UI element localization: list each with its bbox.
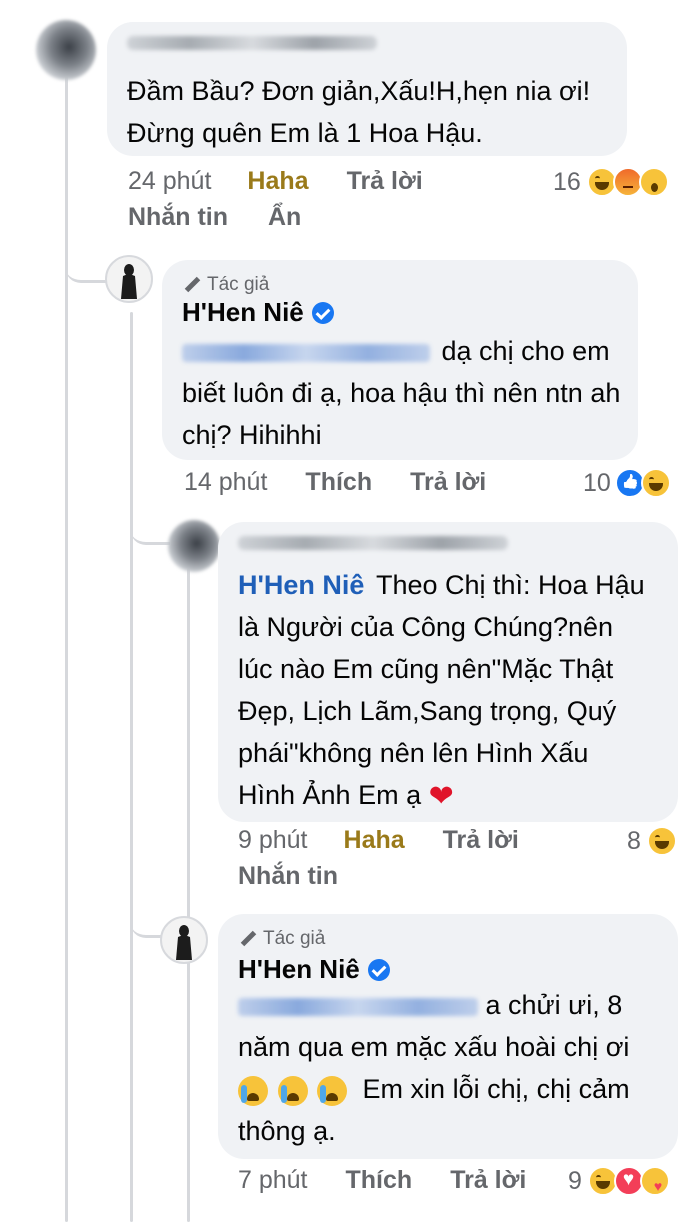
reply-time[interactable]: 14 phút: [184, 468, 267, 497]
thread-connector-reply-3: [130, 880, 163, 938]
haha-icon: [646, 826, 677, 856]
reaction-summary[interactable]: 9: [568, 1166, 670, 1196]
reply-actions: 14 phút Thích Trả lời: [184, 468, 486, 497]
reply-text-after-emoji: Em xin lỗi chị, chị cảm: [362, 1074, 630, 1104]
commenter-name-blurred[interactable]: [127, 36, 377, 50]
crying-icon: [238, 1075, 268, 1106]
reaction-summary[interactable]: 8: [627, 826, 677, 856]
reply-actions: 7 phút Thích Trả lời: [238, 1166, 526, 1195]
thread-line-reply-1: [130, 312, 133, 1222]
message-button[interactable]: Nhắn tin: [238, 862, 338, 891]
reply-text-line: là Người của Công Chúng?nên: [238, 612, 614, 642]
comment-actions: 24 phút Haha Trả lời: [128, 167, 423, 196]
reply-text-line: chị? Hihihhi: [182, 420, 322, 450]
author-reply-bubble: Tác giả H'Hen Niê a chửi ưi, 8 năm qua e…: [218, 914, 678, 1159]
reply-text-line: lúc nào Em cũng nên"Mặc Thật: [238, 654, 614, 684]
care-icon: [639, 1166, 670, 1196]
commenter-name-blurred[interactable]: [238, 536, 508, 550]
verified-badge-icon: [367, 958, 390, 981]
crying-icon: [317, 1075, 348, 1106]
pencil-icon: [240, 931, 256, 947]
author-badge-label: Tác giả: [263, 928, 326, 949]
hide-button[interactable]: Ẩn: [268, 203, 301, 232]
reply-text-line: Hình Ảnh Em ạ: [238, 780, 422, 810]
reaction-count: 16: [553, 167, 581, 196]
reply-extra-actions: Nhắn tin: [238, 862, 338, 891]
comment-text-line: Đừng quên Em là 1 Hoa Hậu.: [127, 118, 483, 148]
thread-connector-reply-1: [65, 220, 110, 283]
reply-time[interactable]: 7 phút: [238, 1166, 308, 1195]
commenter-avatar[interactable]: [36, 20, 96, 80]
reply-button[interactable]: Trả lời: [410, 468, 486, 497]
reply-time[interactable]: 9 phút: [238, 826, 308, 855]
reply-first-line: dạ chị cho em: [182, 330, 632, 372]
author-figure-icon: [176, 925, 192, 960]
reply-button[interactable]: Trả lời: [347, 167, 423, 196]
reply-text-line: Đẹp, Lịch Lãm,Sang trọng, Quý: [238, 696, 617, 726]
author-name[interactable]: H'Hen Niê: [238, 954, 390, 985]
mention-blurred[interactable]: [182, 343, 430, 362]
reply-text: H'Hen Niê Theo Chị thì: Hoa Hậu là Người…: [238, 564, 678, 818]
commenter-avatar[interactable]: [168, 520, 220, 572]
author-badge: Tác giả: [184, 274, 269, 296]
heart-icon: ❤: [428, 779, 454, 813]
haha-icon: [640, 468, 671, 498]
reaction-count: 8: [627, 826, 641, 855]
reply-text-line: biết luôn đi ạ, hoa hậu thì nên ntn ah: [182, 378, 621, 408]
wow-icon: [638, 167, 669, 197]
like-button[interactable]: Thích: [346, 1166, 413, 1195]
reply-text-after-mention: a chửi ưi, 8: [485, 990, 623, 1020]
like-button[interactable]: Thích: [305, 468, 372, 497]
reply-button[interactable]: Trả lời: [450, 1166, 526, 1195]
author-name-text: H'Hen Niê: [182, 297, 304, 327]
author-badge-label: Tác giả: [207, 274, 270, 295]
author-name-text: H'Hen Niê: [238, 954, 360, 984]
comment-text: Đầm Bầu? Đơn giản,Xấu!H,hẹn nia ơi! Đừng…: [127, 70, 627, 154]
author-name[interactable]: H'Hen Niê: [182, 297, 334, 328]
reply-text-first: Theo Chị thì: Hoa Hậu: [375, 570, 645, 600]
message-button[interactable]: Nhắn tin: [128, 203, 228, 232]
reaction-summary[interactable]: 16: [553, 167, 669, 197]
author-badge: Tác giả: [240, 928, 325, 950]
comment-extra-actions: Nhắn tin Ẩn: [128, 203, 301, 232]
reply-emoji-line: Em xin lỗi chị, chị cảm: [238, 1068, 678, 1110]
reply-text-line: thông ạ.: [238, 1116, 336, 1146]
mention-link[interactable]: H'Hen Niê: [238, 570, 364, 600]
reply-button[interactable]: Trả lời: [443, 826, 519, 855]
author-figure-icon: [121, 264, 137, 299]
reply-text: a chửi ưi, 8 năm qua em mặc xấu hoài chị…: [238, 984, 678, 1152]
author-avatar[interactable]: [160, 916, 208, 964]
thread-connector-reply-2: [130, 480, 170, 545]
reply-text-line: năm qua em mặc xấu hoài chị ơi: [238, 1032, 630, 1062]
crying-icon: [277, 1075, 308, 1106]
reply-first-line: a chửi ưi, 8: [238, 984, 678, 1026]
reply-text-line: phái"không nên lên Hình Xấu: [238, 738, 589, 768]
reaction-summary[interactable]: 10: [583, 468, 671, 498]
thread-line-reply-2: [187, 568, 190, 1222]
author-reply-bubble: Tác giả H'Hen Niê dạ chị cho em biết luô…: [162, 260, 638, 460]
reply-text: dạ chị cho em biết luôn đi ạ, hoa hậu th…: [182, 330, 632, 456]
pencil-icon: [184, 277, 200, 293]
reaction-button[interactable]: Haha: [344, 826, 405, 855]
author-avatar[interactable]: [105, 255, 153, 303]
reply-actions: 9 phút Haha Trả lời: [238, 826, 519, 855]
reaction-count: 10: [583, 468, 611, 497]
reaction-button[interactable]: Haha: [247, 167, 308, 196]
verified-badge-icon: [311, 301, 334, 324]
reply-first-line: H'Hen Niê Theo Chị thì: Hoa Hậu: [238, 564, 678, 606]
reply-last-line: Hình Ảnh Em ạ ❤: [238, 774, 678, 818]
reply-text-after-mention: dạ chị cho em: [441, 336, 610, 366]
mention-blurred[interactable]: [238, 997, 478, 1016]
comment-time[interactable]: 24 phút: [128, 167, 211, 196]
reply-bubble: H'Hen Niê Theo Chị thì: Hoa Hậu là Người…: [218, 522, 678, 822]
comment-text-line: Đầm Bầu? Đơn giản,Xấu!H,hẹn nia ơi!: [127, 76, 591, 106]
comment-bubble: Đầm Bầu? Đơn giản,Xấu!H,hẹn nia ơi! Đừng…: [107, 22, 627, 156]
reaction-count: 9: [568, 1166, 582, 1195]
